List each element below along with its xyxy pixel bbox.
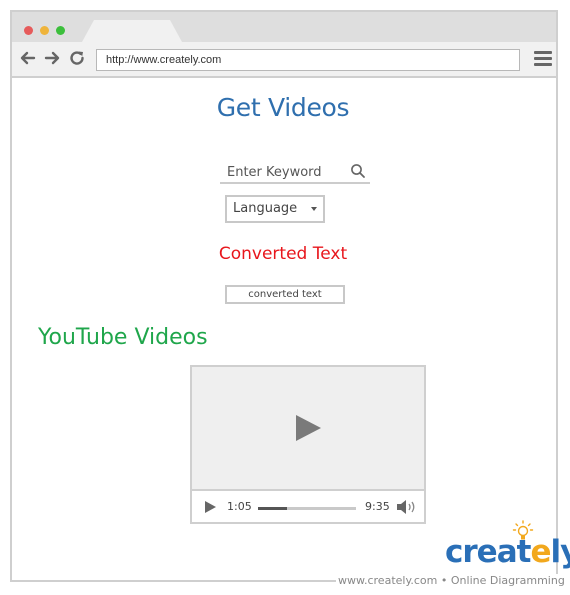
forward-arrow-icon[interactable] (42, 48, 62, 68)
search-icon[interactable] (350, 163, 366, 179)
volume-icon[interactable] (396, 499, 418, 515)
language-select[interactable]: Language (225, 195, 325, 223)
play-button-icon[interactable] (205, 501, 216, 513)
logo-text-accent: e (530, 534, 551, 570)
converted-text-box[interactable]: converted text (225, 285, 345, 304)
footer-separator: • (440, 574, 448, 587)
keyword-search-input[interactable] (220, 160, 353, 184)
play-icon[interactable] (296, 415, 321, 441)
video-player: 1:05 9:35 (190, 365, 426, 524)
video-screen[interactable] (192, 367, 424, 491)
reload-icon[interactable] (67, 48, 87, 68)
creately-logo: creately (445, 534, 570, 570)
language-select-value: Language (233, 201, 298, 216)
browser-titlebar (12, 12, 556, 42)
minimize-window-dot[interactable] (40, 26, 49, 35)
close-window-dot[interactable] (24, 26, 33, 35)
dropdown-caret-icon (311, 207, 317, 211)
youtube-videos-heading: YouTube Videos (38, 325, 208, 350)
video-controls: 1:05 9:35 (192, 491, 424, 522)
page: http://www.creately.com Get Videos Langu… (0, 0, 570, 595)
logo-text-tail: ly (550, 534, 570, 570)
hamburger-menu-icon[interactable] (534, 50, 552, 68)
back-arrow-icon[interactable] (18, 48, 38, 68)
logo-text-main: creat (445, 534, 531, 570)
browser-toolbar: http://www.creately.com (12, 42, 556, 78)
progress-bar[interactable] (258, 507, 356, 510)
page-title: Get Videos (216, 93, 350, 122)
converted-text-heading: Converted Text (218, 244, 348, 264)
total-time: 9:35 (365, 500, 390, 513)
address-bar[interactable]: http://www.creately.com (96, 49, 520, 71)
footer-tagline: Online Diagramming (450, 574, 565, 587)
current-time: 1:05 (227, 500, 252, 513)
maximize-window-dot[interactable] (56, 26, 65, 35)
search-box (220, 160, 370, 184)
footer-site: www.creately.com (338, 574, 438, 587)
footer-credit: www.creately.com • Online Diagramming (336, 574, 567, 587)
progress-fill (258, 507, 288, 510)
browser-tab[interactable] (82, 20, 182, 42)
